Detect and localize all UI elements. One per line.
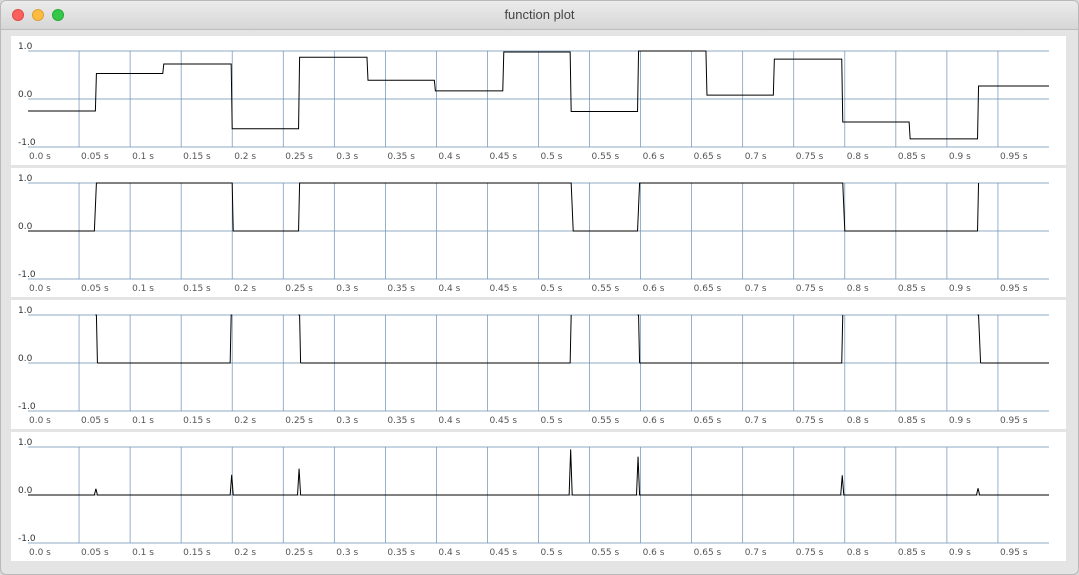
x-tick-label: 0.3 s [336,284,358,294]
x-tick-label: 0.0 s [29,416,51,426]
x-tick-label: 0.25 s [285,284,313,294]
x-tick-label: 0.15 s [183,548,211,558]
x-tick-label: 0.75 s [796,416,824,426]
x-tick-label: 0.65 s [694,548,722,558]
x-tick-label: 0.45 s [489,548,517,558]
x-tick-label: 0.8 s [847,416,869,426]
plot-panel-4: -1.00.01.00.0 s 0.05 s 0.1 s 0.15 s 0.2 s 0.2… [11,432,1066,561]
x-tick-label: 0.95 s [1000,416,1028,426]
x-tick-label: 0.2 s [234,152,256,162]
x-tick-label: 0.35 s [387,284,415,294]
y-tick-label: -1.0 [18,138,36,148]
x-tick-label: 0.1 s [132,416,154,426]
x-tick-label: 0.65 s [694,284,722,294]
x-tick-label: 0.9 s [949,416,971,426]
x-tick-label: 0.35 s [387,416,415,426]
y-tick-label: -1.0 [18,270,36,280]
x-tick-label: 0.0 s [29,152,51,162]
x-tick-label: 0.05 s [81,416,109,426]
plot-panel-3: -1.0 0.0 1.0 0.0 s 0.05 s 0.1 s 0.15 s 0.2 s 0.2… [11,300,1066,429]
x-tick-label: 0.5 s [541,284,563,294]
x-tick-label: 0.75 s [796,284,824,294]
app-window: function plot -1.0 0.0 1.0 0.0 s 0.05 s 0.1 s… [0,0,1079,575]
x-tick-label: 0.4 s [438,548,460,558]
y-tick-label: -1.0 [18,534,36,544]
x-tick-label: 0.1 s [132,284,154,294]
x-tick-label: 0.05 s [81,152,109,162]
plot-panel-2: -1.00.01.00.0 s 0.05 s 0.1 s 0.15 s 0.2 s 0.2… [11,168,1066,297]
x-tick-label: 0.8 s [847,152,869,162]
x-tick-label: 0.65 s [694,152,722,162]
x-tick-label: 0.0 s [29,284,51,294]
x-tick-label: 0.5 s [541,548,563,558]
x-tick-label: 0.6 s [643,416,665,426]
x-tick-label: 0.85 s [898,284,926,294]
x-tick-label: 0.55 s [592,548,620,558]
function-plots: -1.0 0.0 1.0 0.0 s 0.05 s 0.1 s 0.15 s 0.2 s 0.2… [11,36,1066,561]
x-tick-label: 0.7 s [745,416,767,426]
x-tick-label: 0.9 s [949,152,971,162]
x-tick-label: 0.45 s [489,152,517,162]
x-tick-label: 0.3 s [336,152,358,162]
y-tick-label: 0.0 [18,90,33,100]
x-tick-label: 0.55 s [592,152,620,162]
y-tick-label: 1.0 [18,174,33,184]
x-tick-label: 0.15 s [183,152,211,162]
x-tick-label: 0.95 s [1000,152,1028,162]
x-tick-label: 0.6 s [643,152,665,162]
x-tick-label: 0.35 s [387,548,415,558]
x-tick-label: 0.05 s [81,284,109,294]
y-tick-label: -1.0 [18,402,36,412]
x-tick-label: 0.7 s [745,152,767,162]
x-tick-label: 0.7 s [745,284,767,294]
x-tick-label: 0.55 s [592,284,620,294]
x-tick-label: 0.35 s [387,152,415,162]
x-tick-label: 0.45 s [489,284,517,294]
x-tick-label: 0.25 s [285,548,313,558]
title-bar[interactable]: function plot [1,1,1078,30]
x-tick-label: 0.4 s [438,152,460,162]
x-tick-label: 0.55 s [592,416,620,426]
x-tick-label: 0.1 s [132,152,154,162]
x-tick-label: 0.5 s [541,152,563,162]
x-tick-label: 0.0 s [29,548,51,558]
y-tick-label: 1.0 [18,306,33,316]
x-tick-label: 0.95 s [1000,284,1028,294]
x-tick-label: 0.3 s [336,416,358,426]
y-tick-label: 0.0 [18,354,33,364]
x-tick-label: 0.2 s [234,548,256,558]
x-tick-label: 0.8 s [847,548,869,558]
x-tick-label: 0.15 s [183,284,211,294]
x-tick-label: 0.45 s [489,416,517,426]
x-tick-label: 0.6 s [643,284,665,294]
x-tick-label: 0.7 s [745,548,767,558]
x-tick-label: 0.9 s [949,284,971,294]
x-tick-label: 0.85 s [898,152,926,162]
x-tick-label: 0.85 s [898,416,926,426]
x-tick-label: 0.75 s [796,152,824,162]
x-tick-label: 0.25 s [285,152,313,162]
x-tick-label: 0.25 s [285,416,313,426]
x-tick-label: 0.8 s [847,284,869,294]
x-tick-label: 0.75 s [796,548,824,558]
x-tick-label: 0.3 s [336,548,358,558]
x-tick-label: 0.2 s [234,416,256,426]
x-tick-label: 0.4 s [438,284,460,294]
y-tick-label: 1.0 [18,42,33,52]
x-tick-label: 0.2 s [234,284,256,294]
x-tick-label: 0.5 s [541,416,563,426]
plot-area: -1.0 0.0 1.0 0.0 s 0.05 s 0.1 s 0.15 s 0.2 s 0.2… [11,36,1066,563]
x-tick-label: 0.85 s [898,548,926,558]
x-tick-label: 0.15 s [183,416,211,426]
x-tick-label: 0.4 s [438,416,460,426]
x-tick-label: 0.05 s [81,548,109,558]
x-tick-label: 0.6 s [643,548,665,558]
x-tick-label: 0.65 s [694,416,722,426]
x-tick-label: 0.1 s [132,548,154,558]
x-tick-label: 0.9 s [949,548,971,558]
x-tick-label: 0.95 s [1000,548,1028,558]
y-tick-label: 1.0 [18,438,33,448]
window-title: function plot [504,7,575,22]
plot-panel-1: -1.0 0.0 1.0 0.0 s 0.05 s 0.1 s 0.15 s 0.2 s 0.2… [11,36,1066,165]
